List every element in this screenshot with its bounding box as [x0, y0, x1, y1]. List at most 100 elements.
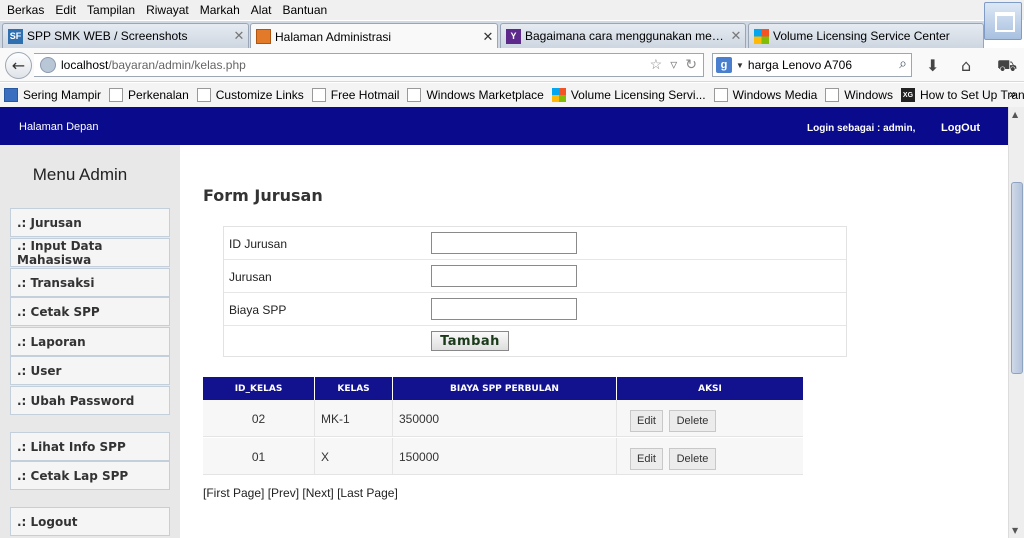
jurusan-label: Jurusan [229, 270, 272, 284]
search-bar[interactable]: g ▼ harga Lenovo A706 ⌕ [712, 53, 912, 77]
sidebar-item-cetak-spp[interactable]: .: Cetak SPP [10, 297, 170, 326]
close-icon[interactable]: ✕ [479, 29, 497, 45]
sidebar-item-logout[interactable]: .: Logout [10, 507, 170, 536]
next-page-link[interactable]: [Next] [302, 486, 333, 500]
dropdown-icon[interactable]: ▿ [670, 56, 677, 73]
ms-icon [754, 28, 769, 44]
menu-markah[interactable]: Markah [200, 3, 240, 17]
chevron-down-icon[interactable]: ▼ [736, 61, 744, 70]
page-icon [713, 88, 728, 102]
home-link[interactable]: Halaman Depan [19, 121, 99, 133]
menu-edit[interactable]: Edit [55, 3, 76, 17]
close-icon[interactable]: ✕ [727, 28, 745, 44]
bookmark-item[interactable]: Free Hotmail [311, 88, 399, 102]
search-icon[interactable]: ⌕ [899, 55, 907, 72]
bookmark-item[interactable]: Perkenalan [109, 88, 189, 102]
sidebar-item-ubah-password[interactable]: .: Ubah Password [10, 386, 170, 415]
first-page-link[interactable]: [First Page] [203, 486, 264, 500]
login-status: Login sebagai : admin, [807, 123, 916, 134]
window-restore-icon[interactable] [984, 2, 1022, 40]
admin-sidebar: Menu Admin .: Jurusan .: Input Data Maha… [0, 145, 180, 538]
menu-bar: Berkas Edit Tampilan Riwayat Markah Alat… [0, 0, 1024, 20]
menu-riwayat[interactable]: Riwayat [146, 3, 189, 17]
globe-icon [40, 57, 56, 73]
tab-bagaimana[interactable]: Y Bagaimana cara menggunakan mesin cuci.… [500, 23, 746, 48]
cell-id-kelas: 02 [203, 400, 315, 437]
cell-kelas: X [315, 438, 393, 475]
bookmark-item[interactable]: Volume Licensing Servi... [551, 88, 706, 102]
tab-halaman-administrasi[interactable]: Halaman Administrasi ✕ [250, 23, 498, 49]
bookmark-item[interactable]: Windows Marketplace [407, 88, 544, 102]
star-icon[interactable]: ☆ [650, 56, 663, 73]
sidebar-item-lihat-info-spp[interactable]: .: Lihat Info SPP [10, 432, 170, 461]
last-page-link[interactable]: [Last Page] [337, 486, 398, 500]
delete-button[interactable]: Delete [669, 410, 716, 432]
logout-link[interactable]: LogOut [941, 122, 980, 134]
url-host: localhost [61, 58, 109, 72]
close-icon[interactable]: ✕ [230, 28, 248, 44]
jurusan-input[interactable] [431, 265, 577, 287]
sidebar-item-input-data-mahasiswa[interactable]: .: Input Data Mahasiswa [10, 238, 170, 267]
reload-icon[interactable]: ↻ [685, 56, 697, 73]
web-page: Halaman Depan Login sebagai : admin, Log… [0, 107, 1008, 538]
tab-volume-licensing[interactable]: Volume Licensing Service Center [748, 23, 984, 48]
vertical-scrollbar[interactable]: ▲ ▼ [1008, 107, 1024, 538]
sidebar-item-transaksi[interactable]: .: Transaksi [10, 268, 170, 297]
edit-button[interactable]: Edit [630, 448, 663, 470]
form-row-jurusan: Jurusan [224, 260, 846, 293]
scroll-down-icon[interactable]: ▼ [1012, 526, 1018, 535]
id-jurusan-input[interactable] [431, 232, 577, 254]
back-arrow-icon[interactable]: ← [5, 52, 32, 79]
sidebar-title: Menu Admin [32, 165, 128, 184]
edit-button[interactable]: Edit [630, 410, 663, 432]
table-header: ID_KELAS KELAS BIAYA SPP PERBULAN AKSI [203, 377, 803, 400]
page-icon [311, 88, 326, 102]
cell-id-kelas: 01 [203, 438, 315, 475]
biaya-spp-label: Biaya SPP [229, 303, 287, 317]
addon-icon[interactable]: ⛟ [997, 56, 1017, 77]
cell-biaya: 350000 [393, 400, 617, 437]
sidebar-item-laporan[interactable]: .: Laporan [10, 327, 170, 356]
tambah-button[interactable]: Tambah [431, 331, 509, 351]
ms-icon [551, 88, 566, 102]
column-header-id-kelas: ID_KELAS [203, 377, 315, 400]
table-row: 01 X 150000 Edit Delete [203, 438, 803, 475]
scrollbar-thumb[interactable] [1011, 182, 1023, 374]
pagination: [First Page] [Prev] [Next] [Last Page] [203, 486, 398, 500]
main-content: Form Jurusan ID Jurusan Jurusan Biaya SP… [180, 145, 1008, 538]
page-icon [109, 88, 124, 102]
address-bar[interactable]: localhost/bayaran/admin/kelas.php ☆ ▿ ↻ [34, 53, 704, 77]
cell-kelas: MK-1 [315, 400, 393, 437]
page-icon [825, 88, 840, 102]
sidebar-item-cetak-lap-spp[interactable]: .: Cetak Lap SPP [10, 461, 170, 490]
search-input[interactable]: harga Lenovo A706 [748, 58, 852, 72]
bookmark-item[interactable]: Windows [825, 88, 893, 102]
menu-alat[interactable]: Alat [251, 3, 272, 17]
menu-berkas[interactable]: Berkas [7, 3, 44, 17]
menu-tampilan[interactable]: Tampilan [87, 3, 135, 17]
bookmarks-overflow-button[interactable]: » [1009, 87, 1016, 101]
column-header-biaya: BIAYA SPP PERBULAN [393, 377, 617, 400]
home-icon[interactable]: ⌂ [961, 56, 971, 75]
google-icon[interactable]: g [716, 57, 732, 73]
sidebar-item-jurusan[interactable]: .: Jurusan [10, 208, 170, 237]
tab-title: Halaman Administrasi [275, 29, 392, 44]
sf-icon: SF [8, 28, 23, 44]
yahoo-icon: Y [506, 28, 521, 44]
sidebar-item-user[interactable]: .: User [10, 356, 170, 385]
bookmark-item[interactable]: XGHow to Set Up Transp... [900, 88, 1024, 102]
bookmark-item[interactable]: Sering Mampir [4, 88, 101, 102]
scroll-up-icon[interactable]: ▲ [1012, 110, 1018, 119]
tab-title: SPP SMK WEB / Screenshots [27, 29, 188, 43]
prev-page-link[interactable]: [Prev] [268, 486, 299, 500]
bookmark-item[interactable]: Windows Media [713, 88, 817, 102]
column-header-aksi: AKSI [698, 383, 722, 394]
menu-bantuan[interactable]: Bantuan [282, 3, 327, 17]
xg-icon: XG [900, 88, 915, 102]
tab-spp-screenshots[interactable]: SF SPP SMK WEB / Screenshots ✕ [2, 23, 249, 48]
biaya-spp-input[interactable] [431, 298, 577, 320]
bookmark-item[interactable]: Customize Links [196, 88, 304, 102]
download-icon[interactable]: ⬇ [926, 56, 939, 75]
form-row-biaya-spp: Biaya SPP [224, 293, 846, 326]
delete-button[interactable]: Delete [669, 448, 716, 470]
